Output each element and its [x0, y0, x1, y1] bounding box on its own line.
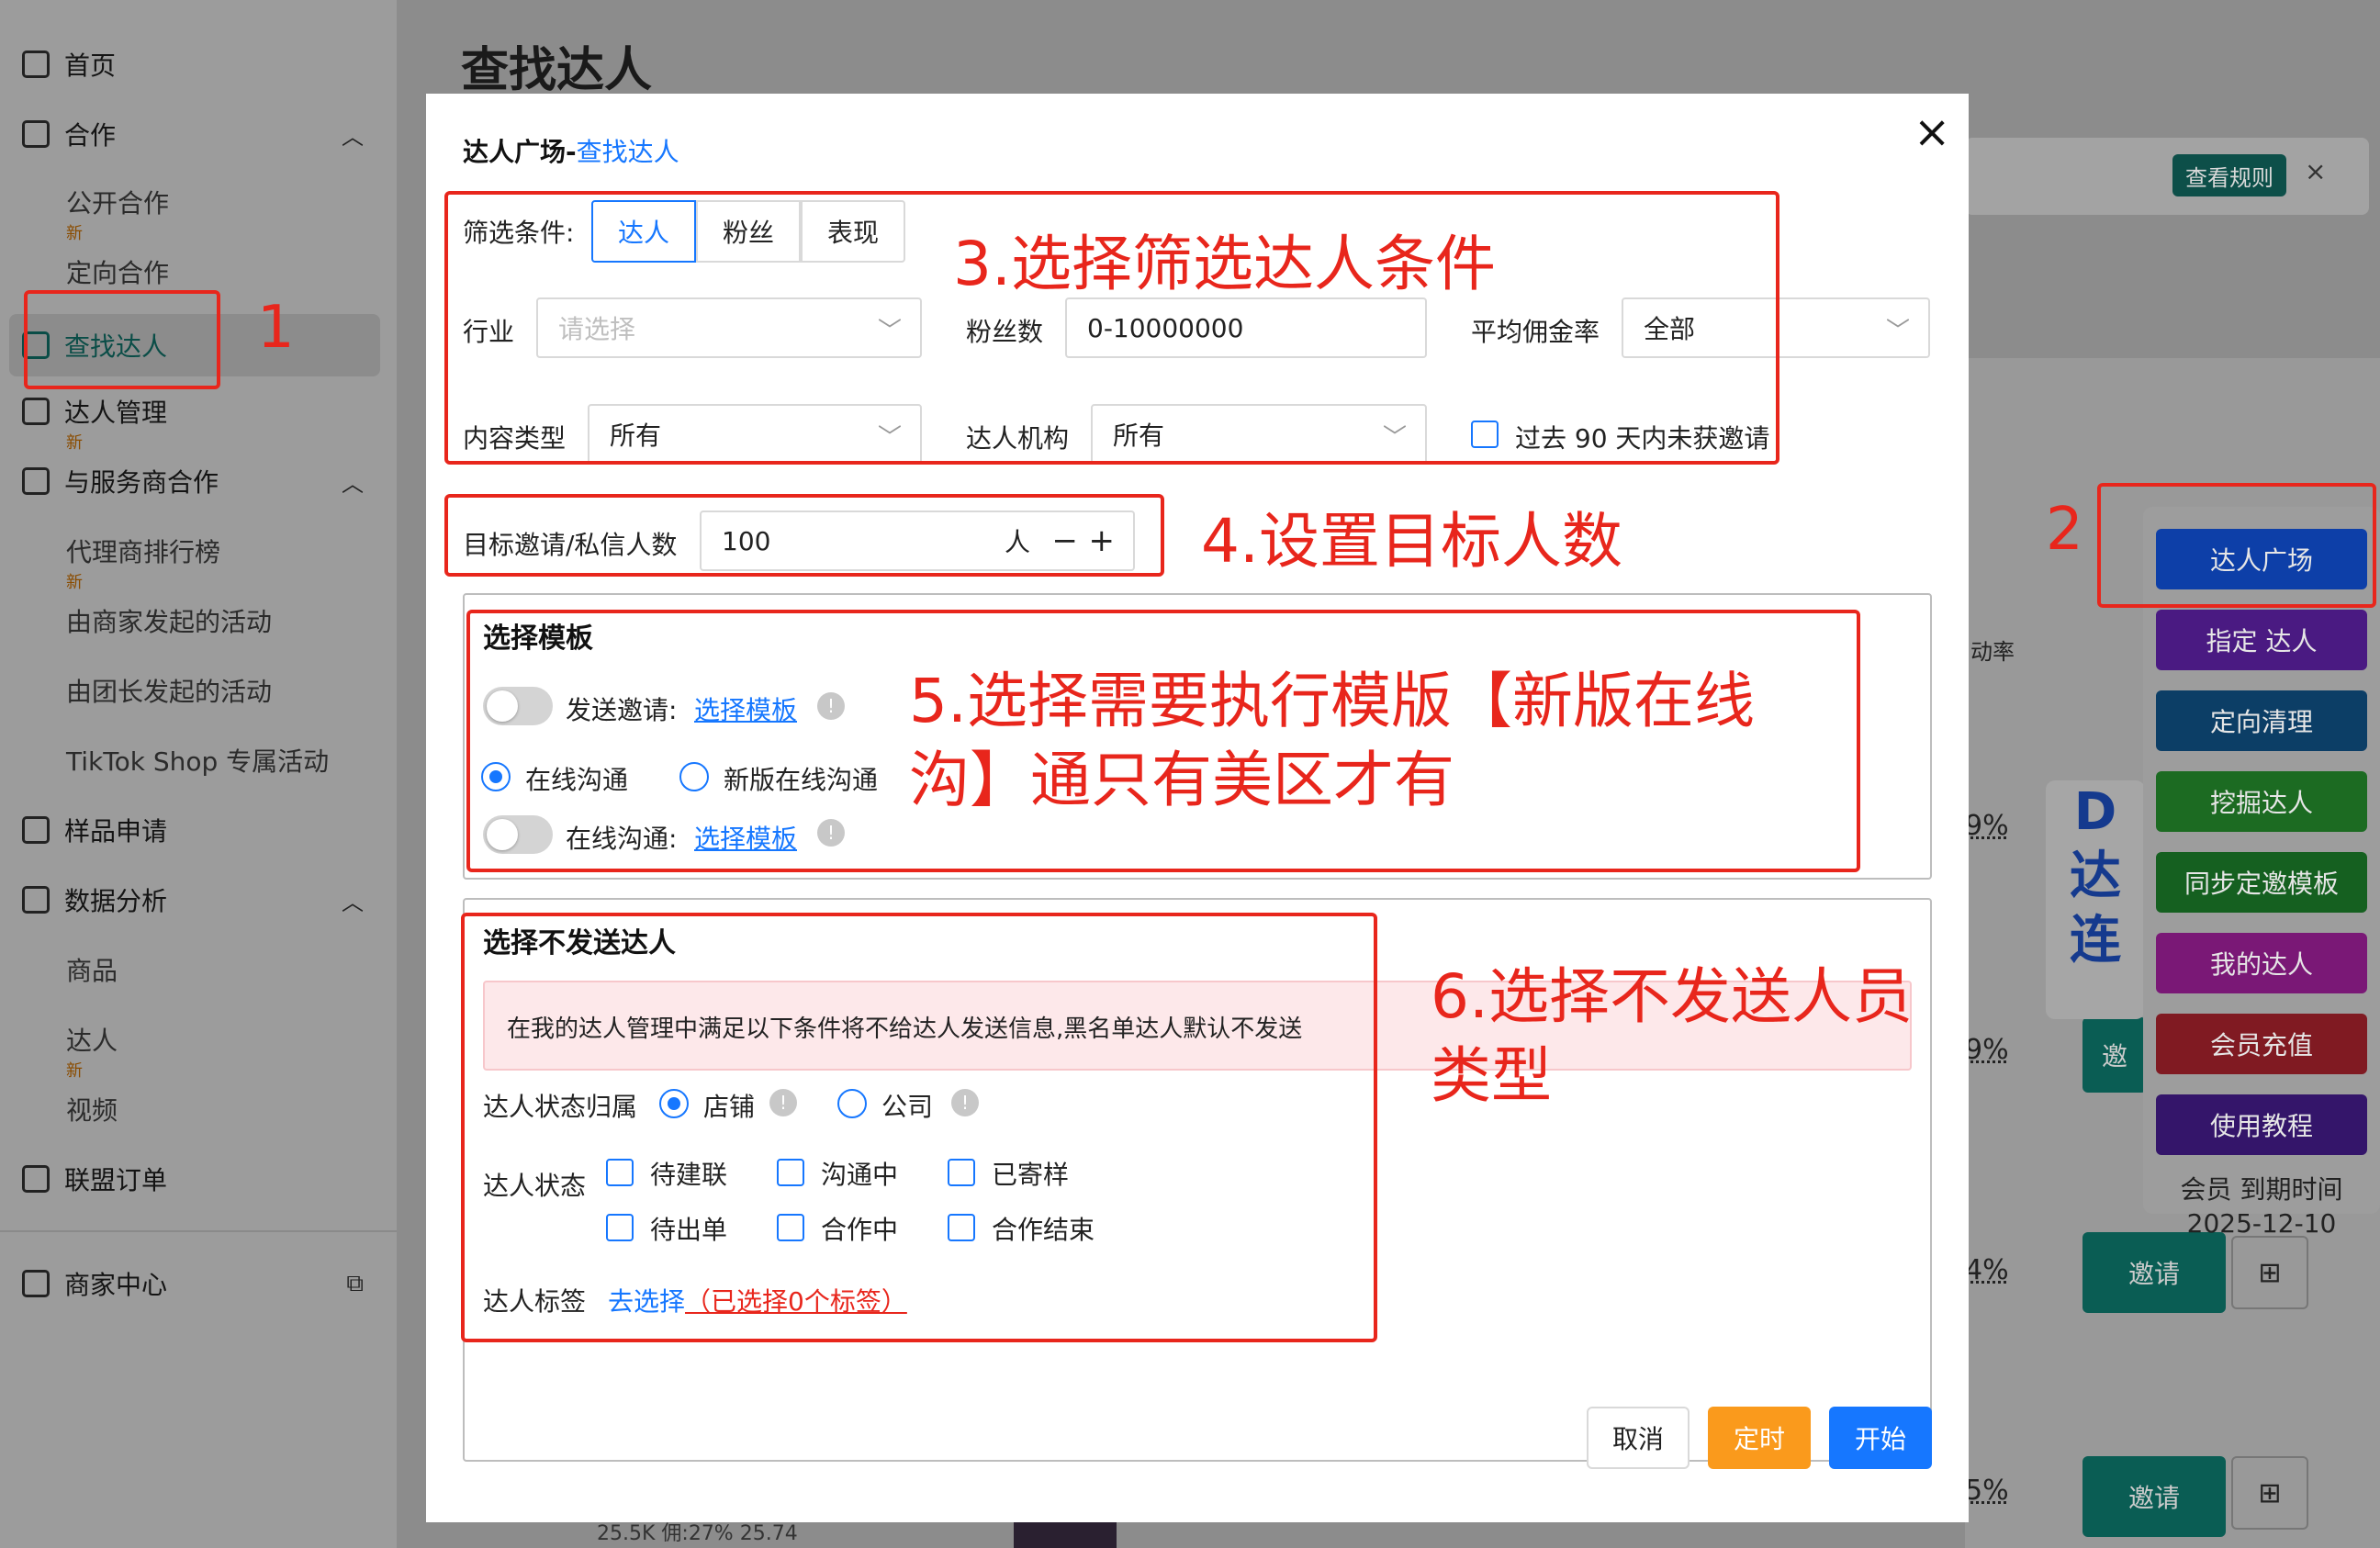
- sidebar-item-label: 定向合作: [66, 258, 170, 288]
- dalian-logo[interactable]: D 达 连: [2046, 780, 2145, 1019]
- sidebar-item-creator-management[interactable]: 达人管理: [0, 386, 397, 437]
- tutorial-button[interactable]: 使用教程: [2156, 1094, 2367, 1155]
- sidebar-item-public-cooperation[interactable]: 公开合作: [0, 176, 397, 228]
- new-badge: 新: [66, 1061, 83, 1081]
- gift-icon: [22, 816, 50, 844]
- sidebar-item-service-providers[interactable]: 与服务商合作 ︿: [0, 455, 397, 507]
- logo-letter: D: [2073, 782, 2117, 842]
- annotation-step-6-line2: 类型: [1431, 1040, 1552, 1111]
- rate-value: 9%: [1965, 810, 2009, 842]
- invite-button[interactable]: 邀请: [2082, 1232, 2226, 1313]
- chart-icon: [22, 886, 50, 914]
- annotation-box-6: [461, 913, 1377, 1342]
- chevron-up-icon: ︿: [342, 470, 364, 497]
- annotation-box-2: [2097, 483, 2376, 608]
- annotation-step-3: 3.选择筛选达人条件: [953, 229, 1496, 299]
- sidebar-item-label: 样品申请: [64, 816, 168, 847]
- sidebar-item-label: 达人管理: [64, 398, 168, 428]
- modal-breadcrumb: 达人广场-查找达人: [463, 132, 679, 169]
- breadcrumb-main: 达人广场-: [463, 137, 577, 167]
- start-button[interactable]: 开始: [1829, 1407, 1932, 1469]
- cancel-button[interactable]: 取消: [1587, 1407, 1690, 1469]
- sidebar-item-label: 代理商排行榜: [66, 537, 221, 567]
- membership-recharge-button[interactable]: 会员充值: [2156, 1014, 2367, 1074]
- sidebar-item-agency-ranking[interactable]: 代理商排行榜: [0, 525, 397, 577]
- sidebar-item-label: 由团长发起的活动: [66, 677, 273, 707]
- sidebar-item-analytics[interactable]: 数据分析 ︿: [0, 874, 397, 925]
- users-icon: [22, 398, 50, 425]
- invite-button[interactable]: 邀: [2082, 1017, 2147, 1093]
- handshake-icon: [22, 120, 50, 148]
- rate-value: 5%: [1965, 1475, 2009, 1507]
- sidebar-item-label: 联盟订单: [64, 1165, 168, 1195]
- clipboard-icon: [22, 1165, 50, 1193]
- membership-expire-date: 2025-12-10: [2186, 1208, 2337, 1239]
- targeted-cleanup-button[interactable]: 定向清理: [2156, 690, 2367, 751]
- sidebar-item-label: 达人: [66, 1026, 118, 1056]
- annotation-box-5: [466, 610, 1860, 872]
- page-title: 查找达人: [461, 43, 653, 98]
- new-badge: 新: [66, 224, 83, 243]
- sidebar-item-label: 视频: [66, 1095, 118, 1126]
- chevron-down-icon: ﹀: [1885, 318, 1910, 345]
- sidebar-item-label: 数据分析: [64, 886, 168, 916]
- sidebar-item-sample-requests[interactable]: 样品申请: [0, 804, 397, 856]
- rate-value: 4%: [1965, 1254, 2009, 1286]
- annotation-box-1: [24, 290, 220, 389]
- bookmark-icon[interactable]: ⊞: [2231, 1456, 2308, 1530]
- schedule-button[interactable]: 定时: [1708, 1407, 1811, 1469]
- annotation-number-1: 1: [257, 294, 295, 362]
- sidebar-item-label: 首页: [64, 50, 117, 81]
- membership-expire-label: 会员 到期时间: [2180, 1174, 2343, 1205]
- logo-char: 达: [2070, 847, 2121, 906]
- logo-char: 连: [2070, 911, 2121, 970]
- annotation-box-4: [444, 494, 1164, 577]
- mine-creators-button[interactable]: 挖掘达人: [2156, 771, 2367, 832]
- sidebar-item-creators[interactable]: 达人: [0, 1014, 397, 1065]
- breadcrumb-link[interactable]: 查找达人: [577, 137, 679, 167]
- sidebar-item-label: 由商家发起的活动: [66, 607, 273, 637]
- sidebar-item-cooperation[interactable]: 合作 ︿: [0, 108, 397, 160]
- sidebar-item-label: 合作: [64, 120, 117, 151]
- close-icon[interactable]: ×: [1914, 107, 1950, 158]
- sidebar-item-products[interactable]: 商品: [0, 944, 397, 995]
- specify-creator-button[interactable]: 指定 达人: [2156, 610, 2367, 670]
- close-icon[interactable]: ×: [2305, 156, 2326, 186]
- sidebar-item-label: TikTok Shop 专属活动: [66, 746, 330, 777]
- sidebar-item-tiktok-exclusive[interactable]: TikTok Shop 专属活动: [0, 735, 397, 786]
- divider: [0, 1230, 397, 1232]
- sync-template-button[interactable]: 同步定邀模板: [2156, 852, 2367, 913]
- home-icon: [22, 50, 50, 78]
- column-header: 动率: [1970, 639, 2015, 665]
- store-icon: [22, 1270, 50, 1297]
- building-icon: [22, 467, 50, 495]
- sidebar-item-label: 商品: [66, 956, 118, 986]
- chevron-up-icon: ︿: [342, 889, 364, 915]
- sidebar-item-merchant-campaigns[interactable]: 由商家发起的活动: [0, 595, 397, 646]
- new-badge: 新: [66, 573, 83, 592]
- new-badge: 新: [66, 433, 83, 453]
- sidebar-item-label: 公开合作: [66, 188, 170, 219]
- annotation-step-6-line1: 6.选择不发送人员: [1431, 961, 1913, 1032]
- annotation-step-5-line1: 5.选择需要执行模版【新版在线: [909, 666, 1755, 736]
- annotation-step-4: 4.设置目标人数: [1201, 506, 1622, 577]
- sidebar-item-label: 与服务商合作: [64, 467, 219, 498]
- invite-button[interactable]: 邀请: [2082, 1456, 2226, 1537]
- sidebar-item-label: 商家中心: [64, 1270, 168, 1300]
- annotation-number-2: 2: [2046, 496, 2083, 564]
- sidebar: 首页 合作 ︿ 公开合作 新 定向合作 查找达人 达人管理 新 与服务商合作 ︿…: [0, 0, 397, 1548]
- sidebar-item-leader-campaigns[interactable]: 由团长发起的活动: [0, 665, 397, 716]
- my-creators-button[interactable]: 我的达人: [2156, 933, 2367, 993]
- sidebar-item-home[interactable]: 首页: [0, 39, 397, 90]
- annotation-step-5-line2: 沟】通只有美区才有: [909, 745, 1454, 815]
- sidebar-item-merchant-center[interactable]: 商家中心 ⧉: [0, 1258, 397, 1309]
- bookmark-icon[interactable]: ⊞: [2231, 1236, 2308, 1309]
- view-rules-button[interactable]: 查看规则: [2172, 154, 2286, 196]
- rate-value: 9%: [1965, 1034, 2009, 1066]
- chevron-up-icon: ︿: [342, 123, 364, 150]
- sidebar-item-videos[interactable]: 视频: [0, 1083, 397, 1135]
- external-link-icon: ⧉: [346, 1269, 364, 1297]
- sidebar-item-affiliate-orders[interactable]: 联盟订单: [0, 1153, 397, 1205]
